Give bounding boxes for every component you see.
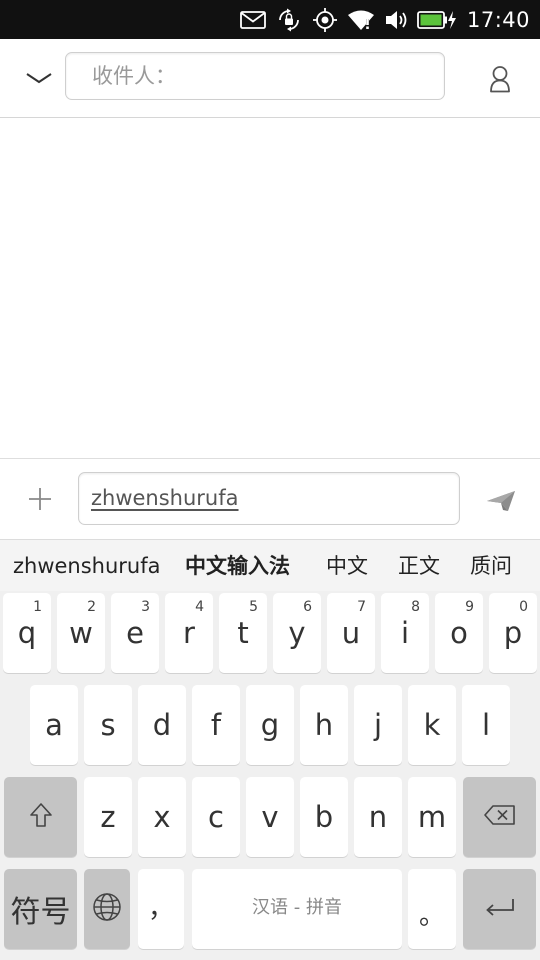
wifi-icon — [343, 0, 379, 39]
key-i[interactable]: 8i — [381, 593, 429, 673]
mail-icon — [235, 0, 271, 39]
enter-icon — [484, 897, 516, 921]
key-v[interactable]: v — [246, 777, 294, 857]
key-s[interactable]: s — [84, 685, 132, 765]
clock: 17:40 — [466, 7, 530, 32]
recipient-input[interactable] — [65, 52, 445, 100]
symbols-key[interactable]: 符号 — [4, 869, 77, 949]
shift-key[interactable] — [4, 777, 77, 857]
key-m[interactable]: m — [408, 777, 456, 857]
key-g[interactable]: g — [246, 685, 294, 765]
period-key[interactable]: 。 — [408, 869, 456, 949]
key-x[interactable]: x — [138, 777, 186, 857]
send-icon[interactable] — [483, 483, 519, 519]
key-b[interactable]: b — [300, 777, 348, 857]
candidate-bar: zhwenshurufa 中文输入法 中文 正文 质问 — [0, 539, 540, 592]
space-key[interactable]: 汉语 - 拼音 — [192, 869, 402, 949]
candidate-item[interactable]: zhwenshurufa — [13, 540, 161, 592]
battery-charging-icon — [415, 0, 459, 39]
key-y[interactable]: 6y — [273, 593, 321, 673]
add-attachment-icon[interactable] — [22, 481, 58, 517]
contact-icon[interactable] — [480, 59, 520, 99]
language-key[interactable] — [84, 869, 130, 949]
key-k[interactable]: k — [408, 685, 456, 765]
status-bar: 17:40 — [0, 0, 540, 39]
backspace-key[interactable] — [463, 777, 536, 857]
composing-text: zhwenshurufa — [91, 486, 239, 510]
compose-bar: zhwenshurufa — [0, 458, 540, 540]
key-n[interactable]: n — [354, 777, 402, 857]
candidate-item[interactable]: 质问 — [470, 540, 512, 592]
screen-rotation-lock-icon — [271, 0, 307, 39]
key-l[interactable]: l — [462, 685, 510, 765]
backspace-icon — [483, 805, 516, 829]
key-p[interactable]: 0p — [489, 593, 537, 673]
comma-key[interactable]: ， — [138, 869, 184, 949]
key-t[interactable]: 5t — [219, 593, 267, 673]
key-z[interactable]: z — [84, 777, 132, 857]
new-message-header — [0, 39, 540, 118]
conversation-area — [0, 118, 540, 458]
key-u[interactable]: 7u — [327, 593, 375, 673]
globe-icon — [92, 892, 122, 926]
shift-icon — [29, 802, 53, 832]
key-e[interactable]: 3e — [111, 593, 159, 673]
key-o[interactable]: 9o — [435, 593, 483, 673]
volume-icon — [379, 0, 415, 39]
status-icons: 17:40 — [235, 0, 530, 39]
key-q[interactable]: 1q — [3, 593, 51, 673]
message-input[interactable]: zhwenshurufa — [78, 472, 460, 525]
candidate-item[interactable]: 中文 — [326, 540, 368, 592]
key-j[interactable]: j — [354, 685, 402, 765]
key-f[interactable]: f — [192, 685, 240, 765]
enter-key[interactable] — [463, 869, 536, 949]
candidate-item[interactable]: 正文 — [398, 540, 440, 592]
key-r[interactable]: 4r — [165, 593, 213, 673]
location-icon — [307, 0, 343, 39]
key-d[interactable]: d — [138, 685, 186, 765]
key-a[interactable]: a — [30, 685, 78, 765]
on-screen-keyboard: 1q 2w 3e 4r 5t 6y 7u 8i 9o 0p a s d f g … — [0, 591, 540, 960]
key-h[interactable]: h — [300, 685, 348, 765]
key-w[interactable]: 2w — [57, 593, 105, 673]
key-c[interactable]: c — [192, 777, 240, 857]
chevron-down-icon[interactable] — [20, 61, 58, 95]
candidate-item[interactable]: 中文输入法 — [185, 540, 290, 592]
